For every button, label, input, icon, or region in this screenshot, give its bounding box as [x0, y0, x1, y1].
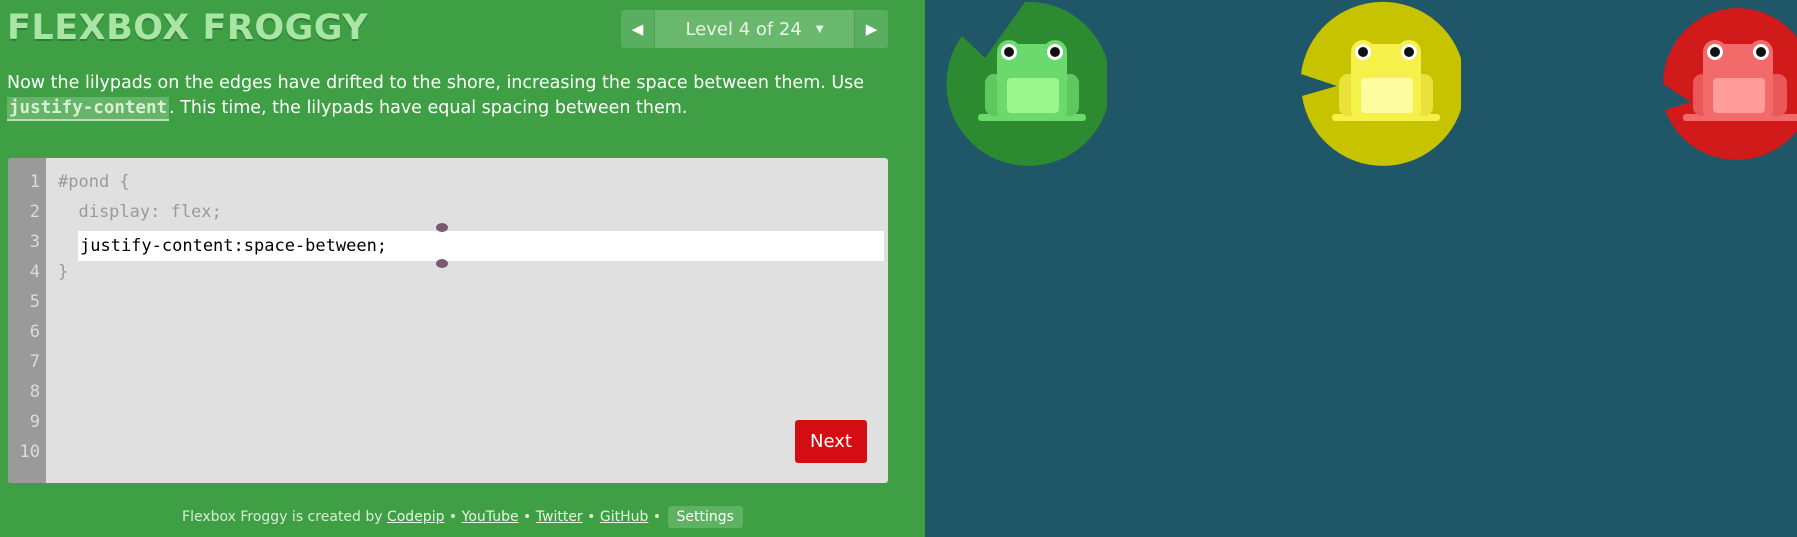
red-lilypad: [1663, 6, 1797, 161]
level-navigation: ◀ Level 4 of 24 ▼ ▶: [621, 10, 888, 48]
separator: •: [444, 509, 462, 525]
green-lilypad: [946, 1, 1107, 167]
line-number: 1: [29, 172, 40, 192]
code-line-closing-brace: }: [58, 262, 69, 282]
line-number: 7: [29, 352, 40, 372]
github-link[interactable]: GitHub: [600, 509, 649, 525]
level-indicator[interactable]: Level 4 of 24 ▼: [654, 10, 855, 48]
line-number: 2: [29, 202, 40, 222]
arrow-left-icon: ◀: [631, 20, 644, 38]
line-number: 5: [29, 292, 40, 312]
separator: •: [518, 509, 536, 525]
next-level-button[interactable]: ▶: [855, 10, 888, 48]
previous-level-button[interactable]: ◀: [621, 10, 654, 48]
youtube-link[interactable]: YouTube: [462, 509, 519, 525]
separator: •: [582, 509, 600, 525]
line-number: 6: [29, 322, 40, 342]
code-line-display: display: flex;: [58, 202, 222, 222]
line-number-gutter: 1 2 3 4 5 6 7 8 9 10: [8, 158, 46, 483]
yellow-lilypad: [1301, 1, 1461, 167]
logo: FLEXBOX FROGGY: [7, 8, 369, 48]
sidebar: FLEXBOX FROGGY ◀ Level 4 of 24 ▼ ▶ Now t…: [0, 0, 925, 537]
arrow-right-icon: ▶: [865, 20, 878, 38]
css-editor: 1 2 3 4 5 6 7 8 9 10 #pond { display: fl…: [8, 158, 888, 483]
selection-handle-top[interactable]: [436, 223, 448, 232]
code-line-selector: #pond {: [58, 172, 130, 192]
instructions: Now the lilypads on the edges have drift…: [7, 71, 912, 121]
next-button[interactable]: Next: [795, 420, 867, 463]
twitter-link[interactable]: Twitter: [536, 509, 583, 525]
footer-prefix: Flexbox Froggy is created by: [182, 509, 387, 525]
instructions-code-term: justify-content: [7, 97, 170, 121]
instructions-text-after: . This time, the lilypads have equal spa…: [169, 98, 688, 118]
css-code-input[interactable]: [78, 231, 884, 261]
separator: •: [648, 509, 666, 525]
caret-down-icon: ▼: [815, 23, 824, 35]
line-number: 9: [29, 412, 40, 432]
line-number: 3: [29, 232, 40, 252]
footer-credits: Flexbox Froggy is created by Codepip • Y…: [0, 506, 925, 528]
instructions-text-before: Now the lilypads on the edges have drift…: [7, 73, 865, 93]
line-number: 10: [19, 442, 40, 462]
pond: [925, 0, 1797, 537]
selection-handle-bottom[interactable]: [436, 259, 448, 268]
codepip-link[interactable]: Codepip: [387, 509, 445, 525]
level-label: Level 4 of 24: [685, 18, 802, 40]
line-number: 4: [29, 262, 40, 282]
settings-button[interactable]: Settings: [667, 506, 743, 528]
line-number: 8: [29, 382, 40, 402]
